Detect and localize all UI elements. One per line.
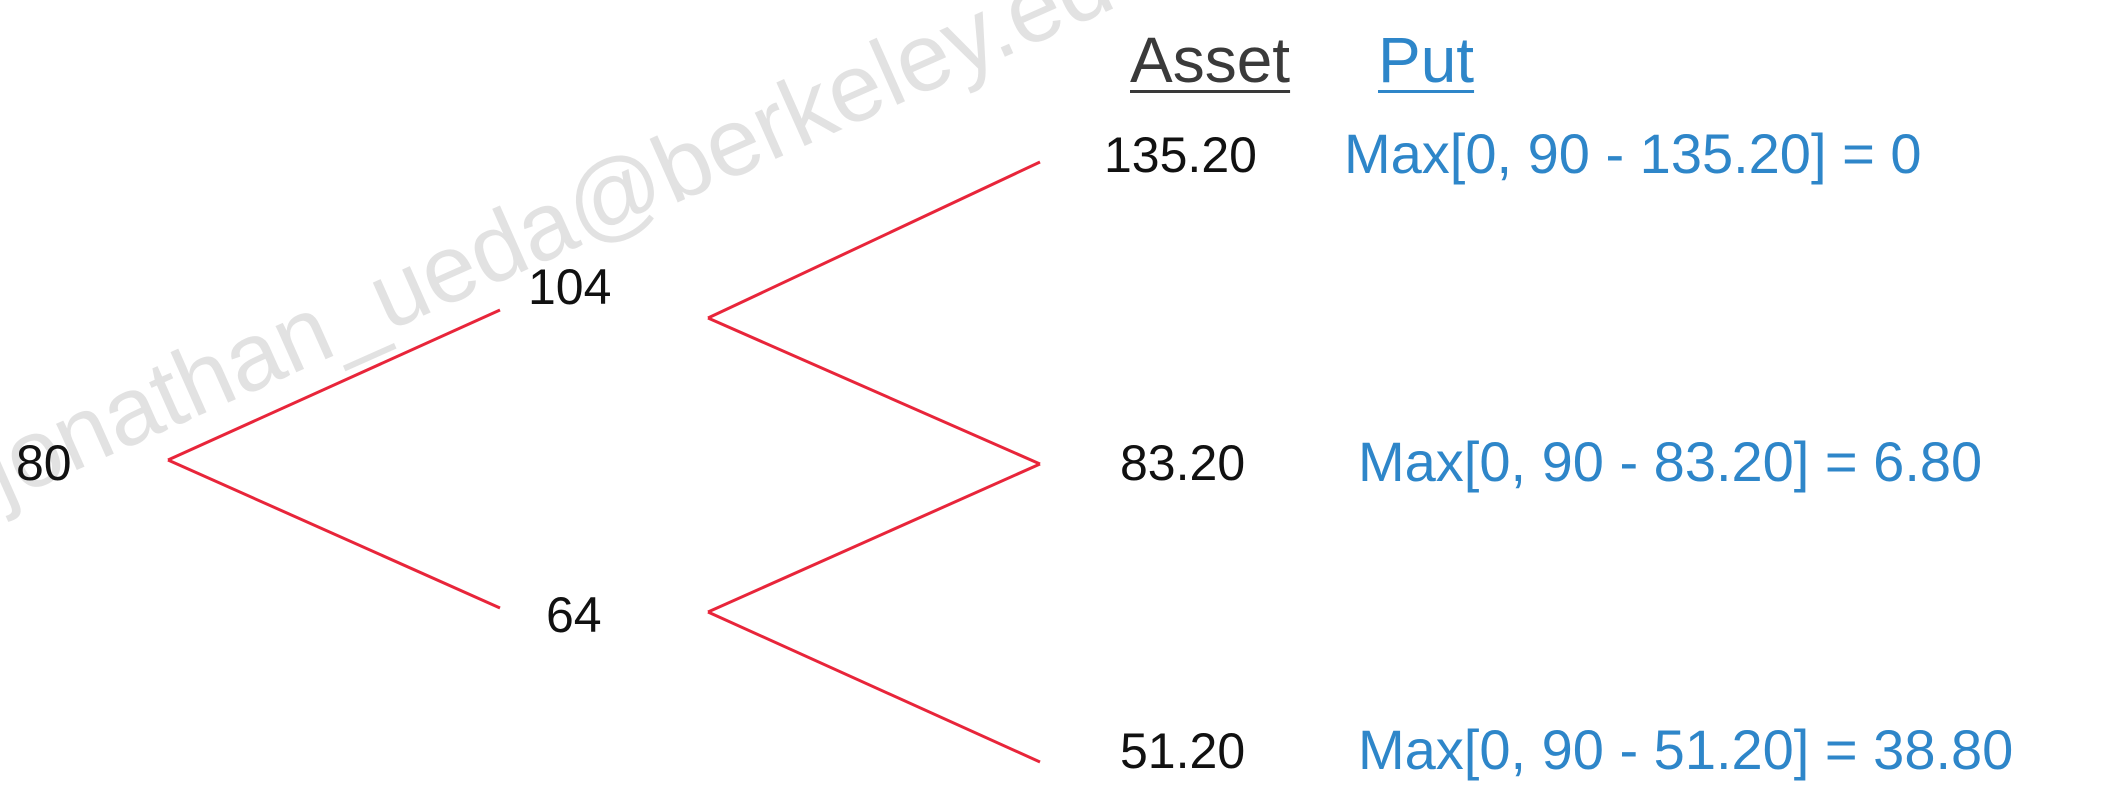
put-payoff-dd: Max[0, 90 - 51.20] = 38.80 [1358,718,2014,781]
column-header-put: Put [1378,24,1475,96]
branch-t0-to-down [167,458,501,610]
node-t1-up: 104 [528,259,612,315]
branch-down-to-ud [707,462,1041,614]
binomial-tree-branches [167,160,1041,764]
branch-t0-to-up [167,308,501,462]
put-payoff-ud: Max[0, 90 - 83.20] = 6.80 [1358,430,1983,493]
node-t0: 80 [16,435,72,491]
node-t1-down: 64 [546,587,602,643]
column-header-asset: Asset [1130,24,1291,96]
node-t2-uu: 135.20 [1104,127,1257,183]
put-payoff-uu: Max[0, 90 - 135.20] = 0 [1344,122,1922,185]
branch-up-to-uu [707,160,1041,320]
node-t2-ud: 83.20 [1120,435,1246,491]
branch-down-to-dd [707,610,1041,764]
node-t2-dd: 51.20 [1120,723,1246,779]
branch-up-to-ud [707,316,1041,466]
